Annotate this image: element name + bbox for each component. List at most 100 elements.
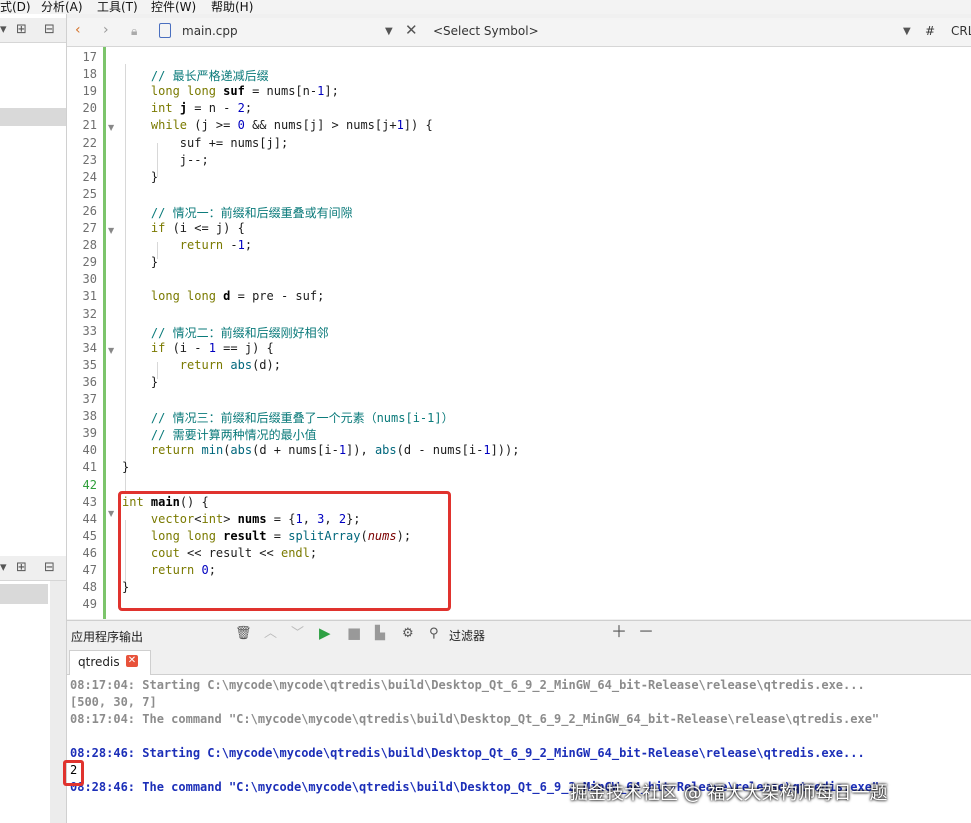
collapse-icon[interactable]: ⊟ (44, 560, 55, 576)
fold-marker-icon[interactable]: ▼ (108, 123, 114, 132)
close-file-icon[interactable]: ✕ (405, 21, 418, 39)
line-number: 20 (82, 101, 97, 116)
fold-marker-icon[interactable]: ▼ (108, 226, 114, 235)
dropdown-arrow-icon[interactable]: ▾ (0, 22, 7, 38)
code-line: suf += nums[j]; (122, 135, 289, 150)
line-number: 19 (82, 84, 97, 99)
filter-input[interactable]: 过滤器 (449, 627, 485, 644)
line-number: 39 (82, 426, 97, 441)
line-number: 36 (82, 374, 97, 389)
tab-qtredis[interactable]: qtredis ✕ (69, 650, 151, 675)
line-number: 38 (82, 409, 97, 424)
line-number: 44 (82, 511, 97, 526)
close-tab-icon[interactable]: ✕ (126, 655, 138, 667)
line-number-gutter: 17 18 19 20 21 22 23 24 25 26 27 28 29 30 31 32 33 34 35 36… (67, 47, 103, 619)
trash-icon[interactable]: 🗑︎ (235, 626, 252, 642)
line-number: 48 (82, 580, 97, 595)
line-number: 18 (82, 67, 97, 82)
file-dropdown-icon[interactable]: ▼ (385, 26, 393, 37)
line-number: 31 (82, 289, 97, 304)
back-arrow-icon[interactable]: ‹ (75, 22, 81, 38)
fold-marker-icon[interactable]: ▼ (108, 346, 114, 355)
code-line: } (122, 460, 130, 475)
line-number: 37 (82, 392, 97, 406)
selected-row-2[interactable] (0, 584, 48, 604)
left-panel: ▾ ⊞ ⊟ ▾ ⊞ ⊟ (0, 14, 67, 823)
highlight-box-main (118, 491, 451, 611)
code-line: if (i <= j) { (150, 221, 245, 235)
add-icon[interactable]: ＋ (611, 624, 627, 640)
split-add-icon[interactable]: ⊞ (16, 22, 27, 38)
menu-item-tools[interactable]: 工具(T) (97, 0, 138, 15)
line-ending-label[interactable]: CRL (951, 24, 971, 38)
hash-label[interactable]: # (925, 24, 935, 38)
menu-item-controls[interactable]: 控件(W) (151, 0, 196, 15)
output-panel-title: 应用程序输出 (71, 630, 144, 644)
remove-icon[interactable]: － (638, 624, 654, 640)
code-line: } (122, 374, 159, 389)
watermark: 掘金技术社区 @ 福大大架构师每日一题 (570, 783, 888, 804)
menu-bar: 式(D) 分析(A) 工具(T) 控件(W) 帮助(H) (0, 0, 971, 14)
dropdown-arrow-icon[interactable]: ▾ (0, 560, 7, 576)
gear-icon[interactable]: ⚙ (402, 626, 414, 642)
line-number: 23 (82, 152, 97, 167)
scrollbar[interactable] (50, 581, 66, 823)
line-number: 24 (82, 169, 97, 184)
left-panel-toolbar: ▾ ⊞ ⊟ (0, 18, 66, 43)
menu-item-analyze[interactable]: 分析(A) (41, 0, 83, 15)
line-number: 25 (82, 186, 97, 201)
menu-item-format[interactable]: 式(D) (0, 0, 31, 15)
stop-icon[interactable]: ■ (347, 625, 361, 641)
lock-icon: 🔒︎ (131, 24, 138, 38)
code-line: return -1; (179, 238, 253, 253)
code-line: } (122, 255, 159, 270)
code-line: // 情况二：前缀和后缀刚好相邻 (150, 325, 329, 340)
symbol-dropdown-icon[interactable]: ▼ (903, 26, 911, 37)
menu-item-help[interactable]: 帮助(H) (211, 0, 253, 15)
output-line: 08:28:46: Starting C:\mycode\mycode\qtre… (70, 746, 865, 760)
line-number: 46 (82, 545, 97, 560)
code-line: while (j >= 0 && nums[j] > nums[j+1]) { (150, 118, 433, 133)
output-panel-header: 应用程序输出 🗑︎ ︿ ﹀ ▶ ■ ▙ ⚙ ⚲ 过滤器 ＋ － (67, 620, 971, 649)
search-icon: ⚲ (429, 626, 439, 641)
file-icon (159, 23, 171, 38)
line-number: 40 (82, 443, 97, 458)
editor-toolbar: ‹ › 🔒︎ main.cpp ▼ ✕ <Select Symbol> ▼ # … (67, 18, 971, 47)
line-number: 49 (82, 597, 97, 612)
code-line: return min(abs(d + nums[i-1]), abs(d - n… (150, 443, 520, 458)
code-line: // 最长严格递减后缀 (150, 69, 269, 84)
line-number: 34 (82, 340, 97, 355)
line-number: 21 (82, 118, 97, 133)
code-line: int j = n - 2; (150, 101, 253, 116)
symbol-select[interactable]: <Select Symbol> (433, 24, 539, 38)
line-number: 30 (82, 272, 97, 287)
chevron-down-icon[interactable]: ﹀ (291, 626, 304, 642)
file-name[interactable]: main.cpp (182, 24, 238, 38)
chevron-up-icon[interactable]: ︿ (264, 626, 277, 642)
line-number: 43 (82, 494, 97, 509)
line-number: 29 (82, 255, 97, 270)
output-tab-bar: qtredis ✕ (67, 648, 971, 675)
line-number: 41 (82, 460, 97, 475)
collapse-icon[interactable]: ⊟ (44, 22, 55, 38)
split-add-icon[interactable]: ⊞ (16, 560, 27, 576)
forward-arrow-icon[interactable]: › (103, 22, 109, 38)
run-icon[interactable]: ▶ (319, 625, 331, 641)
line-number: 17 (82, 50, 97, 64)
code-line: // 情况三：前缀和后缀重叠了一个元素（nums[i-1]） (150, 411, 454, 426)
code-line: // 情况一：前缀和后缀重叠或有间隙 (150, 205, 353, 220)
selected-row[interactable] (0, 108, 66, 126)
code-line: j--; (122, 152, 209, 167)
attach-icon[interactable]: ▙ (375, 626, 385, 642)
code-line: long long suf = nums[n-1]; (150, 84, 339, 99)
line-number: 47 (82, 563, 97, 577)
change-marker-bar (103, 47, 106, 619)
fold-marker-icon[interactable]: ▼ (108, 509, 114, 518)
code-line: return abs(d); (179, 357, 281, 372)
line-number: 22 (82, 135, 97, 150)
code-line: // 需要计算两种情况的最小值 (150, 428, 317, 443)
code-line: if (i - 1 == j) { (150, 340, 274, 355)
code-line: long long d = pre - suf; (150, 289, 325, 304)
tab-label: qtredis (78, 655, 120, 669)
code-line: } (122, 169, 159, 184)
